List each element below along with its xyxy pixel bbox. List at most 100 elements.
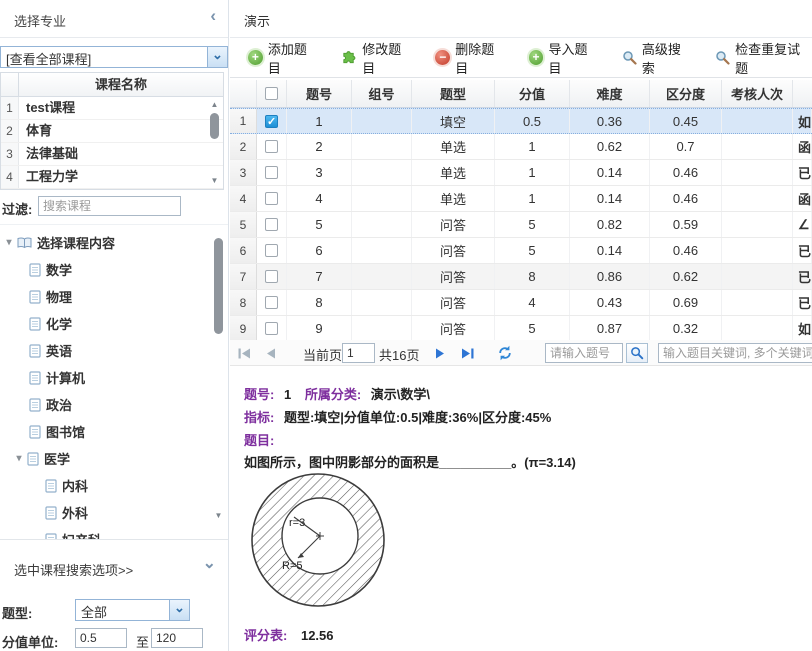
- tree-scrollbar[interactable]: ▼: [212, 232, 225, 532]
- tree-item-label: 物理: [46, 287, 72, 306]
- row-checkbox[interactable]: [265, 192, 278, 205]
- course-row[interactable]: 4 工程力学: [1, 166, 223, 189]
- tree-item-surgery[interactable]: 外科: [0, 499, 228, 526]
- question-type-dropdown[interactable]: 全部 ⌄: [75, 599, 190, 621]
- checkbox-cell[interactable]: [257, 238, 287, 263]
- row-checkbox[interactable]: [265, 270, 278, 283]
- table-row[interactable]: 4 4 单选 1 0.14 0.46 函: [230, 186, 812, 212]
- expand-arrow-icon[interactable]: ▾: [3, 237, 15, 248]
- course-filter-dropdown[interactable]: [查看全部课程] ⌄: [0, 46, 228, 68]
- checkbox-cell[interactable]: [257, 316, 287, 341]
- check-duplicates-button[interactable]: 检查重复试题: [715, 39, 812, 77]
- select-all-checkbox[interactable]: [265, 87, 278, 100]
- delete-question-button[interactable]: − 删除题目: [435, 39, 506, 77]
- row-checkbox[interactable]: [265, 115, 278, 128]
- scroll-up-icon[interactable]: ▲: [208, 99, 221, 111]
- cell-preview: ∠: [793, 212, 812, 237]
- advanced-search-button[interactable]: 高级搜索: [622, 39, 693, 77]
- last-page-icon[interactable]: [461, 347, 474, 362]
- tree-item-politics[interactable]: 政治: [0, 391, 228, 418]
- import-question-button[interactable]: + 导入题目: [529, 39, 600, 77]
- tree-item-english[interactable]: 英语: [0, 337, 228, 364]
- tree-item-obstetrics[interactable]: 妇产科: [0, 526, 228, 540]
- edit-question-button[interactable]: 修改题目: [341, 39, 413, 77]
- row-number: 9: [230, 316, 257, 341]
- score-min-input[interactable]: [75, 628, 127, 648]
- next-page-icon[interactable]: [435, 347, 445, 362]
- chevron-down-icon[interactable]: ⌄: [169, 600, 189, 620]
- tree-item-physics[interactable]: 物理: [0, 283, 228, 310]
- collapse-panel-icon[interactable]: ‹: [210, 6, 216, 26]
- tree-item-medicine[interactable]: ▾ 医学: [0, 445, 228, 472]
- checkbox-cell[interactable]: [257, 290, 287, 315]
- table-row[interactable]: 7 7 问答 8 0.86 0.62 已: [230, 264, 812, 290]
- scroll-down-icon[interactable]: ▼: [212, 510, 225, 522]
- column-header[interactable]: 题型: [412, 80, 495, 107]
- table-row[interactable]: 3 3 单选 1 0.14 0.46 已: [230, 160, 812, 186]
- column-header[interactable]: 考核人次: [722, 80, 793, 107]
- chevron-down-icon[interactable]: ⌄: [207, 47, 227, 67]
- row-checkbox[interactable]: [265, 218, 278, 231]
- cell-group: [352, 160, 412, 185]
- table-row[interactable]: 9 9 问答 5 0.87 0.32 如: [230, 316, 812, 342]
- first-page-icon[interactable]: [238, 347, 251, 362]
- tree-item-internal-medicine[interactable]: 内科: [0, 472, 228, 499]
- course-row[interactable]: 1 test课程: [1, 97, 223, 120]
- row-number: 4: [230, 186, 257, 211]
- row-checkbox[interactable]: [265, 244, 278, 257]
- table-row[interactable]: 5 5 问答 5 0.82 0.59 ∠: [230, 212, 812, 238]
- tree-item-computer[interactable]: 计算机: [0, 364, 228, 391]
- document-icon: [29, 398, 41, 412]
- tree-item-label: 图书馆: [46, 422, 85, 441]
- checkbox-cell[interactable]: [257, 186, 287, 211]
- tree-item-label: 政治: [46, 395, 72, 414]
- column-header[interactable]: 组号: [352, 80, 412, 107]
- course-row[interactable]: 2 体育: [1, 120, 223, 143]
- column-header[interactable]: 区分度: [650, 80, 722, 107]
- expand-arrow-icon[interactable]: ▾: [13, 453, 25, 464]
- question-number-search-input[interactable]: [545, 343, 623, 363]
- table-row[interactable]: 6 6 问答 5 0.14 0.46 已: [230, 238, 812, 264]
- row-checkbox[interactable]: [265, 140, 278, 153]
- prev-page-icon[interactable]: [266, 347, 276, 362]
- row-checkbox[interactable]: [265, 322, 278, 335]
- column-header[interactable]: 难度: [570, 80, 650, 107]
- tree-item-chemistry[interactable]: 化学: [0, 310, 228, 337]
- column-header[interactable]: 题号: [287, 80, 352, 107]
- scroll-down-icon[interactable]: ▼: [208, 175, 221, 187]
- page-number-input[interactable]: [342, 343, 375, 363]
- scrollbar-thumb[interactable]: [214, 238, 223, 334]
- column-header[interactable]: 分值: [495, 80, 570, 107]
- document-icon: [29, 344, 41, 358]
- table-row[interactable]: 8 8 问答 4 0.43 0.69 已: [230, 290, 812, 316]
- course-search-input[interactable]: [38, 196, 181, 216]
- add-question-button[interactable]: + 添加题目: [248, 39, 319, 77]
- cell-score: 5: [495, 238, 570, 263]
- keyword-search-input[interactable]: [658, 343, 812, 363]
- cell-qno: 8: [287, 290, 352, 315]
- tree-item-math[interactable]: 数学: [0, 256, 228, 283]
- checkbox-cell[interactable]: [257, 212, 287, 237]
- refresh-icon[interactable]: [497, 345, 513, 364]
- search-options-title[interactable]: 选中课程搜索选项>>: [14, 560, 133, 579]
- checkbox-cell[interactable]: [257, 264, 287, 289]
- score-max-input[interactable]: [151, 628, 203, 648]
- course-table-header: 课程名称: [1, 73, 223, 97]
- header-checkbox-cell[interactable]: [257, 80, 287, 107]
- scrollbar-thumb[interactable]: [210, 113, 219, 139]
- cell-count: [722, 109, 793, 133]
- table-row[interactable]: 1 1 填空 0.5 0.36 0.45 如: [230, 108, 812, 134]
- cell-preview: 已: [793, 290, 812, 315]
- course-table-scrollbar[interactable]: ▲ ▼: [208, 99, 221, 187]
- chevron-down-icon[interactable]: ⌄: [203, 553, 216, 573]
- row-checkbox[interactable]: [265, 296, 278, 309]
- checkbox-cell[interactable]: [257, 134, 287, 159]
- checkbox-cell[interactable]: [257, 109, 287, 133]
- row-checkbox[interactable]: [265, 166, 278, 179]
- course-row[interactable]: 3 法律基础: [1, 143, 223, 166]
- table-row[interactable]: 2 2 单选 1 0.62 0.7 函: [230, 134, 812, 160]
- search-button[interactable]: [626, 343, 648, 363]
- checkbox-cell[interactable]: [257, 160, 287, 185]
- tree-item-library[interactable]: 图书馆: [0, 418, 228, 445]
- tree-root-course-content[interactable]: ▾ 选择课程内容: [0, 229, 228, 256]
